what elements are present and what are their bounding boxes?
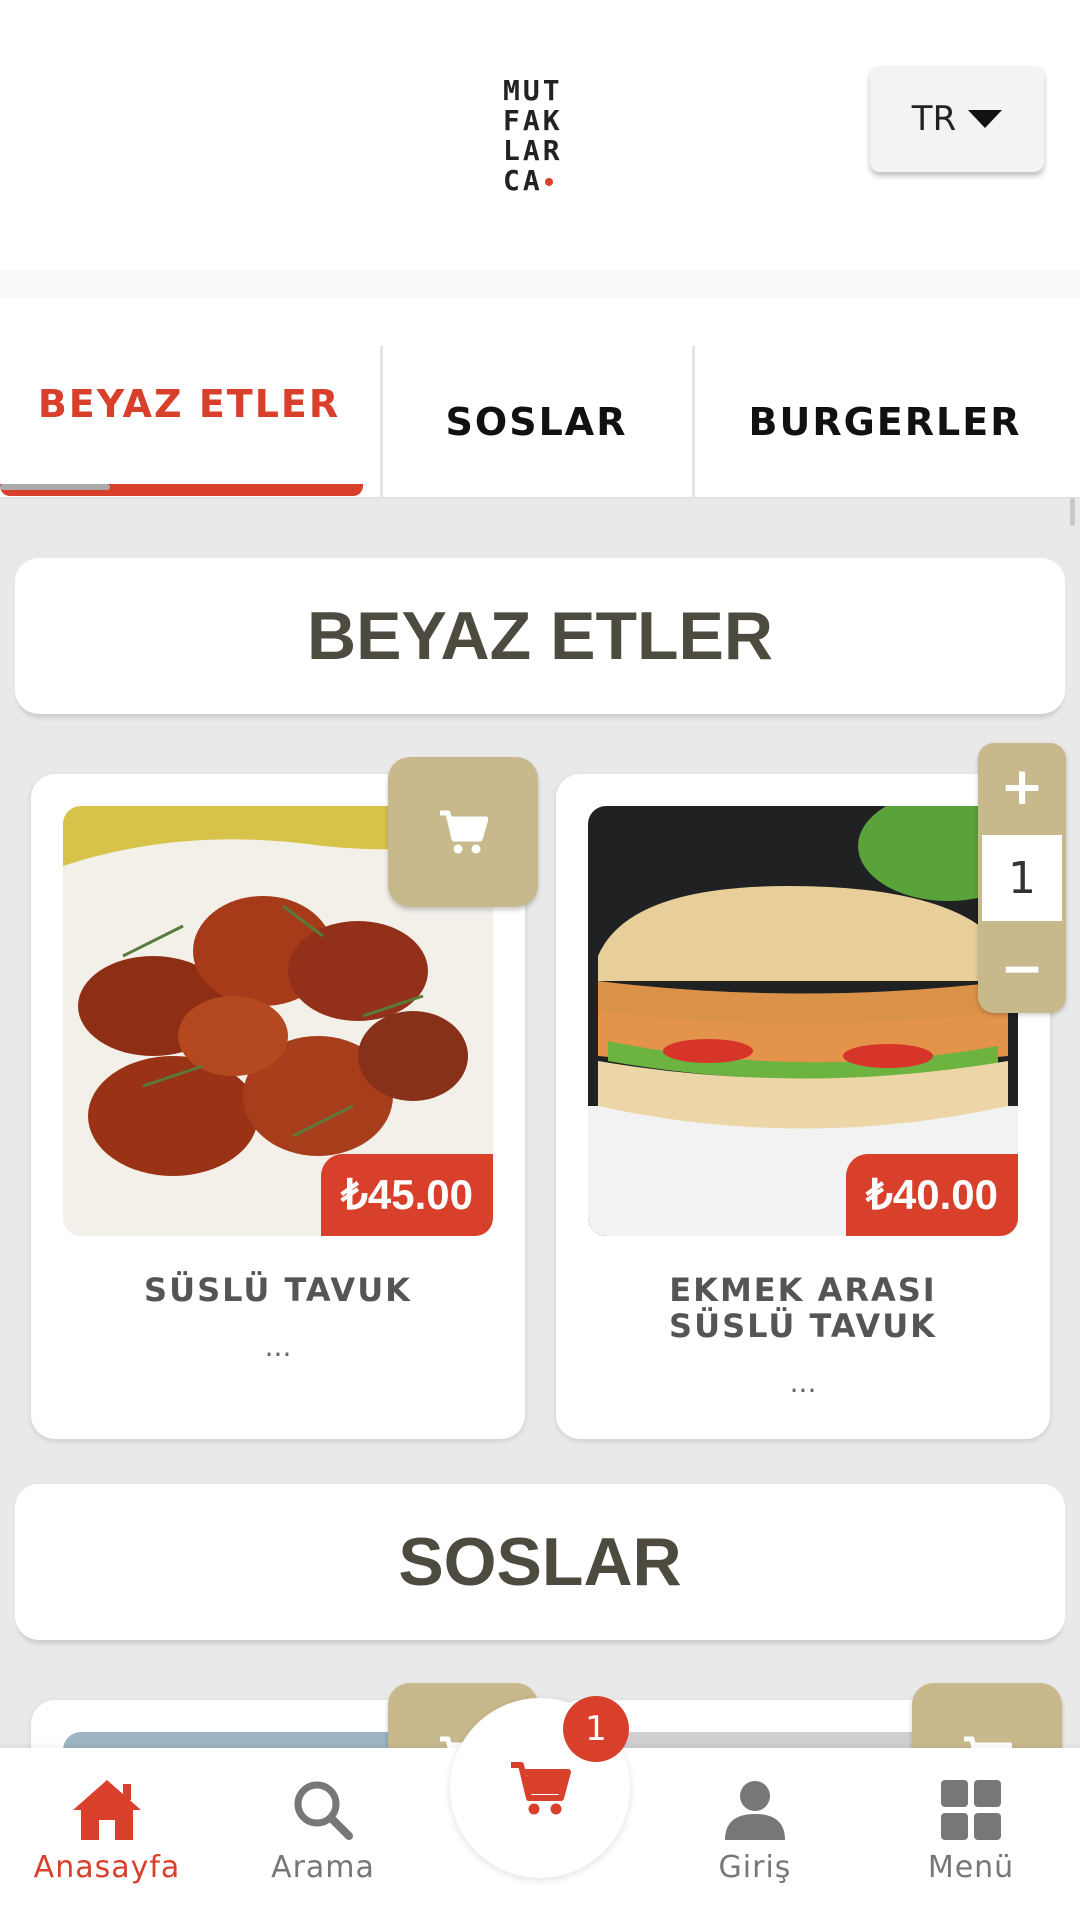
increment-button[interactable]: + — [978, 743, 1066, 831]
decrement-button[interactable]: − — [978, 925, 1066, 1013]
nav-search-label: Arama — [271, 1850, 375, 1885]
product-card[interactable]: ₺40.00 EKMEK ARASI SÜSLÜ TAVUK ... — [556, 774, 1050, 1439]
nav-menu[interactable]: Menü — [886, 1778, 1056, 1885]
language-label: TR — [911, 99, 957, 139]
category-tabs[interactable]: BEYAZ ETLER SOSLAR BURGERLER — [0, 298, 1080, 498]
product-description: ... — [264, 1330, 292, 1363]
product-name: SÜSLÜ TAVUK — [144, 1271, 412, 1309]
tab-burgerler[interactable]: BURGERLER — [692, 346, 1075, 498]
product-name-line-1: EKMEK ARASI — [669, 1271, 937, 1309]
search-icon — [294, 1781, 353, 1840]
page-scrollbar[interactable] — [1070, 498, 1075, 526]
app-header: MUT FAK LAR CA TR — [0, 0, 1080, 270]
section-title: BEYAZ ETLER — [306, 598, 773, 674]
logo-line-4: CA — [503, 164, 543, 197]
cart-icon — [511, 1762, 571, 1815]
tab-beyaz-etler[interactable]: BEYAZ ETLER — [0, 346, 378, 498]
user-icon — [725, 1781, 785, 1840]
nav-search[interactable]: Arama — [238, 1778, 408, 1885]
nav-login[interactable]: Giriş — [670, 1778, 840, 1885]
header-divider — [0, 270, 1080, 298]
cart-icon — [440, 810, 488, 854]
section-header-beyaz-etler: BEYAZ ETLER — [15, 558, 1065, 714]
tab-soslar[interactable]: SOSLAR — [380, 346, 690, 498]
brand-logo[interactable]: MUT FAK LAR CA — [503, 76, 583, 196]
section-header-soslar: SOSLAR — [15, 1484, 1065, 1640]
logo-dot — [544, 178, 553, 186]
product-name-line-2: SÜSLÜ TAVUK — [669, 1307, 937, 1345]
quantity-stepper[interactable]: + 1 − — [978, 743, 1066, 1013]
nav-home[interactable]: Anasayfa — [22, 1778, 192, 1885]
tabs-scrollbar[interactable] — [0, 484, 110, 490]
price-badge: ₺45.00 — [321, 1154, 493, 1236]
nav-home-label: Anasayfa — [33, 1850, 181, 1885]
quantity-value: 1 — [982, 835, 1062, 921]
price-badge: ₺40.00 — [846, 1154, 1018, 1236]
language-selector[interactable]: TR — [870, 66, 1044, 172]
logo-line-1: MUT — [503, 74, 563, 107]
logo-line-3: LAR — [503, 134, 563, 167]
nav-menu-label: Menü — [927, 1850, 1015, 1885]
section-title: SOSLAR — [398, 1524, 682, 1600]
home-icon — [73, 1780, 141, 1840]
product-description: ... — [789, 1366, 817, 1399]
logo-line-2: FAK — [503, 104, 563, 137]
add-to-cart-button[interactable] — [388, 757, 538, 907]
cart-count-badge: 1 — [563, 1696, 629, 1762]
grid-menu-icon — [941, 1780, 1001, 1840]
nav-login-label: Giriş — [718, 1850, 792, 1885]
caret-down-icon — [968, 110, 1003, 128]
